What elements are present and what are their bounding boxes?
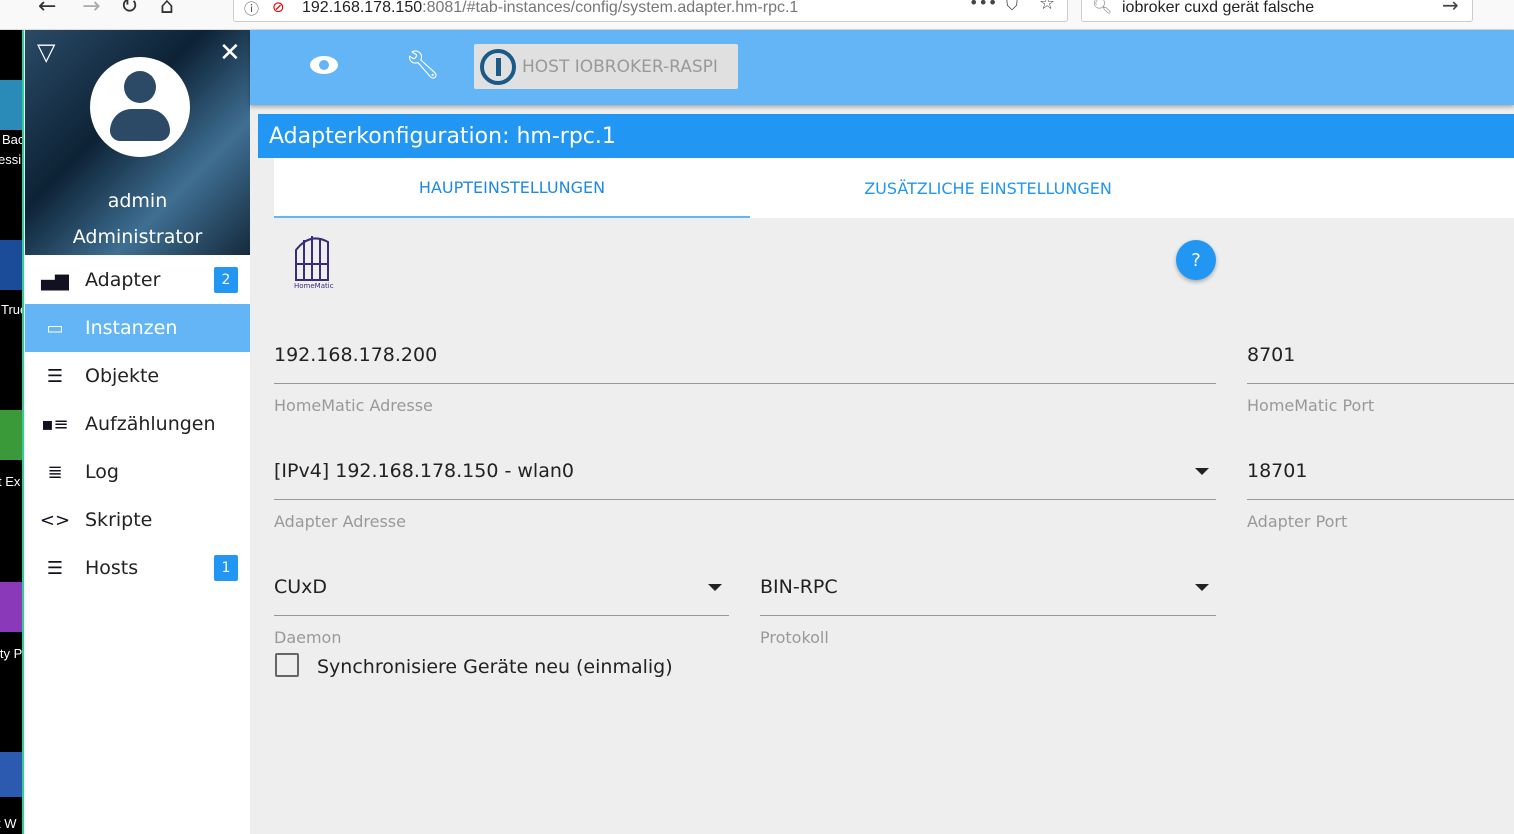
sidebar-item-label: Aufzählungen — [85, 413, 216, 435]
homematic-address-input[interactable]: 192.168.178.200 — [274, 344, 437, 366]
search-input[interactable]: iobroker cuxd gerät falsche — [1122, 0, 1314, 17]
sidebar-item-skripte[interactable]: <> Skripte — [25, 496, 250, 544]
desktop-label: t Ex — [0, 474, 21, 489]
tab-additional-settings[interactable]: ZUSÄTZLICHE EINSTELLUNGEN — [750, 158, 1226, 218]
sidebar-item-objekte[interactable]: ☰ Objekte — [25, 352, 250, 400]
dropdown-arrow-icon[interactable] — [1195, 468, 1209, 475]
sidebar-item-log[interactable]: ≣ Log — [25, 448, 250, 496]
count-badge: 2 — [214, 267, 238, 293]
sidebar-item-instanzen[interactable]: ▭ Instanzen — [25, 304, 250, 352]
user-role: Administrator — [72, 226, 203, 248]
enum-icon: ▪≡ — [41, 413, 69, 435]
protocol-label: Protokoll — [760, 628, 829, 647]
forward-icon[interactable]: → — [82, 0, 100, 19]
desktop-label: True — [1, 302, 22, 317]
desktop-app-icon — [0, 582, 22, 632]
url-bar[interactable]: ⓘ ⊘ 192.168.178.150:8081/#tab-instances/… — [233, 0, 1068, 22]
divider — [760, 615, 1216, 616]
wrench-icon[interactable]: 🔧︎ — [405, 48, 441, 81]
search-icon: 🔍︎ — [1092, 0, 1113, 15]
adapter-port-input[interactable]: 18701 — [1247, 460, 1307, 482]
code-icon: <> — [39, 509, 71, 531]
count-badge: 1 — [214, 555, 238, 581]
svg-text:HomeMatic: HomeMatic — [294, 282, 334, 290]
triangle-icon[interactable]: ▽ — [37, 38, 55, 66]
desktop-label: t W — [0, 816, 17, 831]
host-button[interactable]: HOST IOBROKER-RASPI — [474, 44, 738, 89]
log-icon: ≣ — [47, 461, 63, 483]
adapter-address-label: Adapter Adresse — [274, 512, 406, 531]
user-name: admin — [107, 190, 168, 212]
dropdown-arrow-icon[interactable] — [1195, 584, 1209, 591]
store-icon: ▄▆ — [41, 269, 69, 291]
url-host: 192.168.178.150 — [302, 0, 423, 16]
user-header: ▽ ✕ admin Administrator — [25, 30, 250, 255]
protocol-select[interactable]: BIN-RPC — [760, 576, 838, 598]
help-button[interactable]: ? — [1176, 240, 1216, 280]
browser-toolbar: ← → ↻ ⌂ ⓘ ⊘ 192.168.178.150:8081/#tab-in… — [0, 0, 1514, 30]
sidebar-item-aufzaehlungen[interactable]: ▪≡ Aufzählungen — [25, 400, 250, 448]
daemon-select[interactable]: CUxD — [274, 576, 327, 598]
sidebar-item-label: Log — [85, 461, 119, 483]
divider — [1247, 383, 1514, 384]
daemon-label: Daemon — [274, 628, 342, 647]
sidebar-item-label: Hosts — [85, 557, 139, 579]
homematic-address-label: HomeMatic Adresse — [274, 396, 433, 415]
info-icon[interactable]: ⓘ — [244, 0, 259, 19]
tab-bar: HAUPTEINSTELLUNGEN ZUSÄTZLICHE EINSTELLU… — [274, 158, 1514, 218]
desktop-label: Bac — [2, 132, 24, 147]
sync-label[interactable]: Synchronisiere Geräte neu (einmalig) — [317, 656, 673, 678]
search-bar[interactable]: 🔍︎ iobroker cuxd gerät falsche → — [1081, 0, 1473, 22]
pocket-icon[interactable]: ⛉ — [1006, 0, 1018, 15]
homematic-port-input[interactable]: 8701 — [1247, 344, 1295, 366]
adapter-address-select[interactable]: [IPv4] 192.168.178.150 - wlan0 — [274, 460, 574, 482]
desktop-app-icon — [0, 410, 22, 460]
back-icon[interactable]: ← — [38, 0, 56, 19]
reload-icon[interactable]: ↻ — [120, 0, 138, 19]
iobroker-logo-icon — [480, 48, 516, 85]
desktop-label: ity P — [0, 646, 23, 661]
sidebar-item-label: Adapter — [85, 269, 161, 291]
desktop-strip: Bac essi True t Ex ity P t W — [0, 30, 24, 834]
more-icon[interactable]: ••• — [969, 0, 997, 12]
home-icon[interactable]: ⌂ — [160, 0, 174, 19]
sidebar-item-label: Instanzen — [85, 317, 178, 339]
desktop-app-icon — [0, 752, 22, 797]
sidebar-item-label: Skripte — [85, 509, 153, 531]
insecure-icon: ⊘ — [272, 0, 285, 16]
sidebar-item-label: Objekte — [85, 365, 160, 387]
homematic-logo: HomeMatic — [290, 228, 336, 290]
url-path: :8081/#tab-instances/config/system.adapt… — [422, 0, 799, 16]
sync-checkbox[interactable] — [275, 653, 299, 677]
tab-main-settings[interactable]: HAUPTEINSTELLUNGEN — [274, 158, 750, 218]
help-icon: ? — [1191, 249, 1201, 271]
star-icon[interactable]: ☆ — [1039, 0, 1055, 14]
host-label: HOST IOBROKER-RASPI — [522, 56, 718, 77]
instances-icon: ▭ — [46, 317, 64, 339]
go-arrow-icon[interactable]: → — [1442, 0, 1459, 17]
homematic-port-label: HomeMatic Port — [1247, 396, 1375, 415]
divider — [1247, 499, 1514, 500]
sidebar: ▽ ✕ admin Administrator ▄▆ Adapter 2 ▭ Inst… — [25, 30, 250, 834]
sidebar-item-adapter[interactable]: ▄▆ Adapter 2 — [25, 256, 250, 304]
dropdown-arrow-icon[interactable] — [708, 584, 722, 591]
page-title: Adapterkonfiguration: hm-rpc.1 — [258, 114, 1514, 158]
close-icon[interactable]: ✕ — [219, 38, 241, 68]
desktop-label: essi — [0, 152, 22, 167]
desktop-app-icon — [0, 240, 22, 290]
desktop-app-icon — [0, 80, 22, 130]
sidebar-item-hosts[interactable]: ☰ Hosts 1 — [25, 544, 250, 592]
divider — [274, 499, 1216, 500]
divider — [274, 383, 1216, 384]
adapter-port-label: Adapter Port — [1247, 512, 1348, 531]
list-icon: ☰ — [46, 365, 64, 387]
top-toolbar: 🔧︎ HOST IOBROKER-RASPI — [250, 30, 1514, 105]
divider — [274, 615, 729, 616]
eye-icon[interactable] — [310, 56, 338, 74]
avatar — [90, 57, 190, 157]
server-icon: ☰ — [46, 557, 64, 579]
